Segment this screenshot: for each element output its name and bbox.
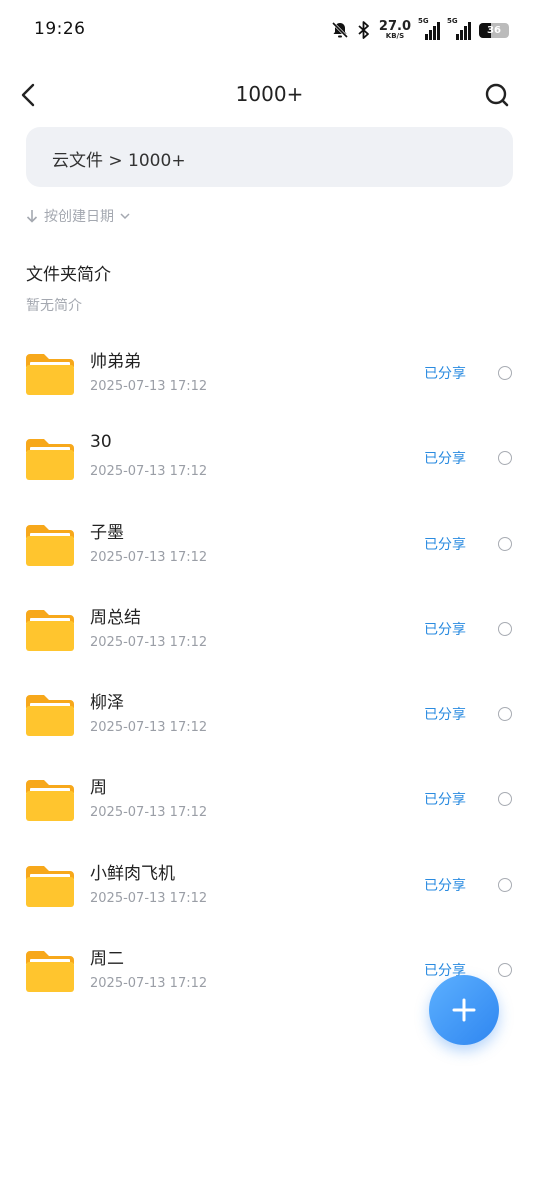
file-date: 2025-07-13 17:12 [90, 720, 208, 736]
signal-label-sim2: 5G [447, 17, 458, 25]
signal-label-sim1: 5G [418, 17, 429, 25]
folder-icon [26, 354, 74, 395]
list-item[interactable]: 小鲜肉飞机 2025-07-13 17:12 已分享 [0, 843, 539, 928]
file-date: 2025-07-13 17:12 [90, 379, 208, 394]
select-radio[interactable] [498, 366, 512, 380]
list-item[interactable]: 30 2025-07-13 17:12 已分享 [0, 416, 539, 501]
folder-icon [26, 695, 74, 737]
select-radio[interactable] [498, 963, 512, 978]
select-radio[interactable] [498, 877, 512, 892]
list-item[interactable]: 柳泽 2025-07-13 17:12 已分享 [0, 672, 539, 757]
file-name: 周二 [90, 949, 124, 970]
battery-level: 36 [487, 24, 501, 36]
file-date: 2025-07-13 17:12 [90, 805, 208, 821]
status-bar: 19:26 27.0 KB/S 5G 5G 36 [0, 0, 539, 60]
folder-icon [26, 865, 74, 907]
bluetooth-icon [358, 21, 369, 39]
plus-icon [452, 998, 476, 1022]
select-radio[interactable] [498, 536, 512, 551]
mute-bell-icon [331, 21, 348, 39]
folder-icon [26, 439, 74, 481]
folder-icon [26, 951, 74, 993]
file-name: 30 [90, 432, 112, 453]
select-radio[interactable] [498, 792, 512, 807]
file-date: 2025-07-13 17:12 [90, 890, 208, 906]
nav-bar: 1000+ [0, 70, 539, 120]
file-name: 柳泽 [90, 693, 124, 714]
file-date: 2025-07-13 17:12 [90, 464, 208, 480]
folder-icon [26, 609, 74, 651]
list-item[interactable]: 周 2025-07-13 17:12 已分享 [0, 757, 539, 842]
share-status: 已分享 [424, 621, 466, 638]
share-status: 已分享 [424, 451, 466, 468]
list-item[interactable]: 帅弟弟 2025-07-13 17:12 已分享 [0, 331, 539, 416]
breadcrumb-path: 云文件 > 1000+ [52, 151, 186, 171]
select-radio[interactable] [498, 451, 512, 466]
sort-selector[interactable]: 按创建日期 [26, 206, 130, 226]
list-item[interactable]: 子墨 2025-07-13 17:12 已分享 [0, 502, 539, 587]
network-speed-unit: KB/S [385, 32, 405, 40]
signal-icon-sim1: 5G [418, 17, 440, 40]
file-date: 2025-07-13 17:12 [90, 634, 208, 650]
select-radio[interactable] [498, 707, 512, 722]
folder-description-text: 暂无简介 [26, 298, 82, 314]
share-status: 已分享 [424, 366, 466, 382]
add-button[interactable] [429, 975, 499, 1045]
file-name: 周总结 [90, 607, 141, 628]
sort-label: 按创建日期 [44, 209, 114, 225]
share-status: 已分享 [424, 707, 466, 724]
share-status: 已分享 [424, 792, 466, 809]
chevron-down-icon [120, 213, 130, 220]
file-date: 2025-07-13 17:12 [90, 549, 208, 565]
signal-icon-sim2: 5G [447, 17, 471, 40]
page-title: 1000+ [235, 82, 304, 106]
folder-icon [26, 524, 74, 566]
file-name: 周 [90, 778, 107, 799]
network-speed: 27.0 KB/S [379, 20, 411, 40]
status-icons: 27.0 KB/S 5G 5G 36 [331, 17, 509, 43]
file-date: 2025-07-13 17:12 [90, 976, 208, 992]
sort-arrow-down-icon [26, 210, 38, 223]
battery-icon: 36 [479, 22, 509, 38]
search-icon[interactable] [483, 81, 511, 109]
folder-icon [26, 780, 74, 822]
file-name: 小鲜肉飞机 [90, 863, 175, 884]
folder-description-title: 文件夹简介 [26, 265, 111, 285]
file-list: 帅弟弟 2025-07-13 17:12 已分享 30 2025-07-13 1… [0, 331, 539, 1013]
select-radio[interactable] [498, 621, 512, 636]
list-item[interactable]: 周总结 2025-07-13 17:12 已分享 [0, 587, 539, 672]
file-name: 子墨 [90, 522, 124, 543]
breadcrumb[interactable]: 云文件 > 1000+ [26, 127, 513, 187]
status-time: 19:26 [34, 19, 86, 39]
share-status: 已分享 [424, 536, 466, 553]
share-status: 已分享 [424, 877, 466, 894]
file-name: 帅弟弟 [90, 352, 141, 372]
